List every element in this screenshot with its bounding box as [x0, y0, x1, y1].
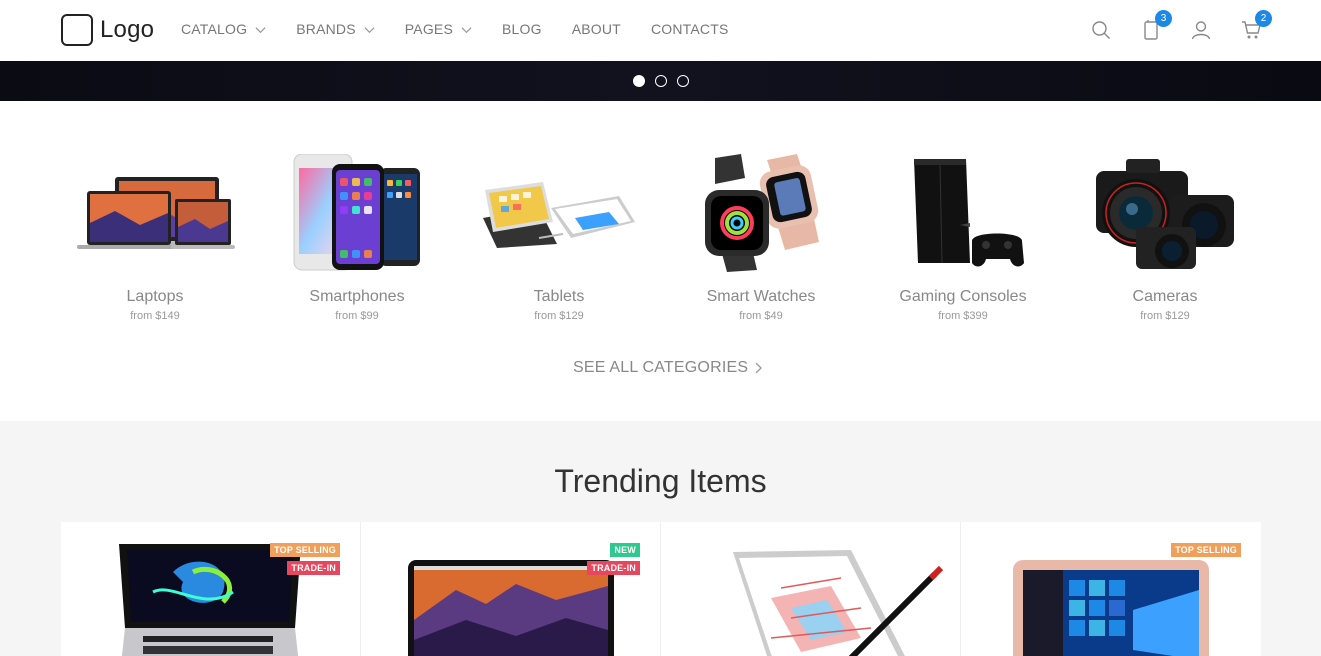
section-title: Trending Items: [554, 463, 767, 499]
cart-button[interactable]: 2: [1238, 10, 1272, 44]
nav-item-about[interactable]: ABOUT: [572, 21, 621, 37]
category-name: Tablets: [533, 288, 585, 305]
gaming-consoles-image: [862, 150, 1064, 276]
logo-mark: [61, 14, 93, 46]
site-header: Logo CATALOG BRANDS PAGES BLOG ABOUT CON…: [0, 0, 1321, 61]
product-card[interactable]: TOP SELLING TRADE-IN: [61, 522, 361, 656]
nav-item-catalog[interactable]: CATALOG: [181, 21, 266, 37]
product-grid: TOP SELLING TRADE-IN NEW TRADE-IN TOP SE…: [61, 522, 1261, 656]
product-image: [408, 560, 614, 656]
slider-pagination: [633, 75, 689, 87]
chevron-right-icon: [755, 362, 763, 374]
category-price: from $149: [130, 310, 180, 322]
slider-dot-2[interactable]: [655, 75, 667, 87]
nav-item-pages[interactable]: PAGES: [405, 21, 472, 37]
logo[interactable]: Logo: [61, 14, 154, 46]
nav-item-brands[interactable]: BRANDS: [296, 21, 375, 37]
chevron-down-icon: [255, 26, 266, 33]
product-tag-top-selling: TOP SELLING: [270, 543, 340, 557]
nav-label: BLOG: [501, 21, 542, 37]
trending-section: Trending Items TOP SELLING TRADE-IN NEW …: [0, 421, 1321, 656]
category-tablets[interactable]: Tablets from $129: [458, 150, 660, 322]
smart-watches-image: [660, 150, 862, 276]
category-laptops[interactable]: Laptops from $149: [54, 150, 256, 322]
nav-label: CATALOG: [181, 21, 248, 37]
category-name: Smartphones: [309, 288, 405, 305]
product-card[interactable]: NEW TRADE-IN: [361, 522, 661, 656]
nav-label: BRANDS: [296, 21, 356, 37]
product-image: [119, 544, 301, 656]
slider-dot-1[interactable]: [633, 75, 645, 87]
product-tag-trade-in: TRADE-IN: [287, 561, 340, 575]
category-price: from $399: [938, 310, 988, 322]
category-name: Gaming Consoles: [899, 288, 1027, 305]
category-price: from $99: [335, 310, 379, 322]
cameras-image: [1064, 150, 1266, 276]
compare-button[interactable]: 3: [1138, 10, 1172, 44]
main-nav: CATALOG BRANDS PAGES BLOG ABOUT CONTACTS: [181, 21, 759, 37]
see-all-label: SEE ALL CATEGORIES: [573, 359, 749, 376]
nav-item-contacts[interactable]: CONTACTS: [651, 21, 729, 37]
tablets-image: [458, 150, 660, 276]
hero-slider: [0, 61, 1321, 101]
product-card[interactable]: TOP SELLING: [961, 522, 1261, 656]
logo-text: Logo: [100, 16, 155, 43]
search-button[interactable]: [1088, 16, 1114, 44]
category-price: from $129: [1140, 310, 1190, 322]
nav-label: ABOUT: [571, 21, 621, 37]
category-name: Laptops: [126, 288, 184, 305]
chevron-down-icon: [364, 26, 375, 33]
slider-dot-3[interactable]: [677, 75, 689, 87]
product-image: [1013, 560, 1209, 656]
header-tools: 3 2: [1088, 10, 1288, 44]
product-card[interactable]: [661, 522, 961, 656]
nav-label: PAGES: [404, 21, 453, 37]
category-cameras[interactable]: Cameras from $129: [1064, 150, 1266, 322]
category-gaming-consoles[interactable]: Gaming Consoles from $399: [862, 150, 1064, 322]
product-tag-new: NEW: [610, 543, 640, 557]
category-name: Cameras: [1132, 288, 1198, 305]
see-all-categories-link[interactable]: SEE ALL CATEGORIES: [573, 359, 763, 377]
nav-item-blog[interactable]: BLOG: [502, 21, 542, 37]
product-image: [733, 550, 944, 656]
category-price: from $129: [534, 310, 584, 322]
category-list: Laptops from $149 Smartphones from $99 T…: [54, 150, 1267, 322]
compare-count-badge: 3: [1155, 10, 1172, 27]
category-name: Smart Watches: [706, 288, 816, 305]
nav-label: CONTACTS: [650, 21, 729, 37]
cart-count-badge: 2: [1255, 10, 1272, 27]
account-button[interactable]: [1188, 16, 1214, 44]
chevron-down-icon: [461, 26, 472, 33]
category-smart-watches[interactable]: Smart Watches from $49: [660, 150, 862, 322]
product-tag-trade-in: TRADE-IN: [587, 561, 640, 575]
product-tag-top-selling: TOP SELLING: [1171, 543, 1241, 557]
smartphones-image: [256, 150, 458, 276]
laptops-image: [54, 150, 256, 276]
user-icon: [1191, 21, 1211, 40]
category-price: from $49: [739, 310, 783, 322]
category-smartphones[interactable]: Smartphones from $99: [256, 150, 458, 322]
search-icon: [1092, 21, 1110, 39]
